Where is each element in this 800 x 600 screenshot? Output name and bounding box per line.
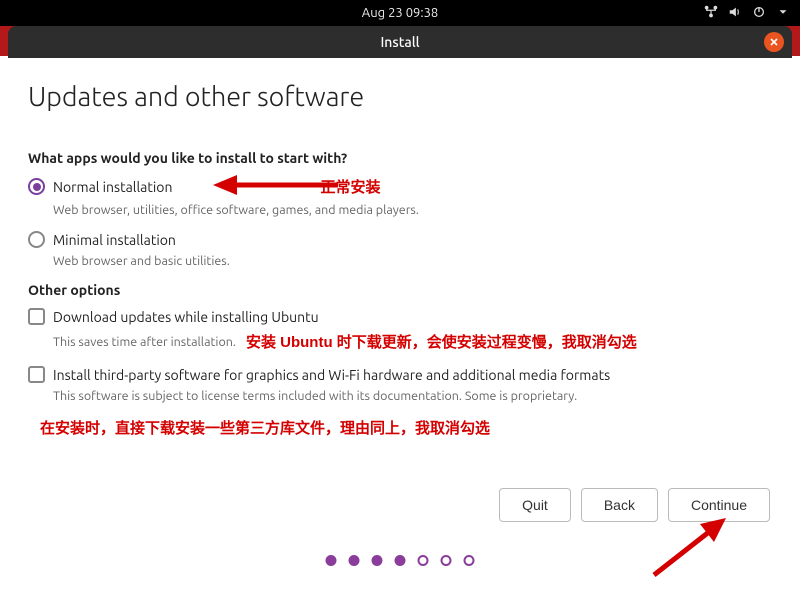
annotation-thirdparty: 在安装时，直接下载安装一些第三方库文件，理由同上，我取消勾选 xyxy=(40,417,772,438)
arrow-icon xyxy=(213,173,343,197)
checkbox-download[interactable] xyxy=(28,308,45,325)
progress-dot xyxy=(326,555,337,566)
checkbox-download-label: Download updates while installing Ubuntu xyxy=(53,309,319,325)
installer-window: Updates and other software What apps wou… xyxy=(8,58,792,592)
radio-minimal-label: Minimal installation xyxy=(53,232,176,248)
progress-dot xyxy=(464,555,475,566)
progress-dots xyxy=(326,555,475,566)
volume-icon[interactable] xyxy=(728,5,742,22)
arrow-icon xyxy=(644,510,734,580)
chevron-down-icon[interactable] xyxy=(776,5,790,22)
progress-dot xyxy=(372,555,383,566)
checkbox-download-row[interactable]: Download updates while installing Ubuntu xyxy=(28,308,772,325)
network-icon[interactable] xyxy=(704,5,718,22)
progress-dot xyxy=(349,555,360,566)
power-icon[interactable] xyxy=(752,5,766,22)
progress-dot xyxy=(395,555,406,566)
checkbox-thirdparty-row[interactable]: Install third-party software for graphic… xyxy=(28,366,772,383)
quit-button[interactable]: Quit xyxy=(499,488,571,522)
radio-minimal-desc: Web browser and basic utilities. xyxy=(53,254,772,268)
progress-dot xyxy=(418,555,429,566)
close-icon xyxy=(769,34,779,50)
radio-minimal[interactable] xyxy=(28,231,45,248)
radio-minimal-row[interactable]: Minimal installation xyxy=(28,231,772,248)
page-title: Updates and other software xyxy=(28,82,772,112)
checkbox-thirdparty[interactable] xyxy=(28,366,45,383)
close-button[interactable] xyxy=(764,32,784,52)
apps-question: What apps would you like to install to s… xyxy=(28,150,772,166)
system-topbar: Aug 23 09:38 xyxy=(0,0,800,26)
system-tray[interactable] xyxy=(704,5,790,22)
radio-normal-row[interactable]: Normal installation 正常安装 xyxy=(28,176,772,197)
topbar-time: Aug 23 09:38 xyxy=(362,6,439,20)
checkbox-thirdparty-label: Install third-party software for graphic… xyxy=(53,367,610,383)
annotation-download: 安装 Ubuntu 时下载更新，会使安装过程变慢，我取消勾选 xyxy=(246,331,637,352)
checkbox-thirdparty-desc: This software is subject to license term… xyxy=(53,389,772,403)
progress-dot xyxy=(441,555,452,566)
checkbox-download-desc: This saves time after installation. xyxy=(53,335,236,349)
window-titlebar: Install xyxy=(8,26,792,58)
radio-normal-desc: Web browser, utilities, office software,… xyxy=(53,203,772,217)
checkbox-download-desc-row: This saves time after installation. 安装 U… xyxy=(53,331,772,352)
radio-normal[interactable] xyxy=(28,178,45,195)
other-options-heading: Other options xyxy=(28,282,772,298)
radio-normal-label: Normal installation xyxy=(53,179,172,195)
window-title: Install xyxy=(380,34,419,50)
